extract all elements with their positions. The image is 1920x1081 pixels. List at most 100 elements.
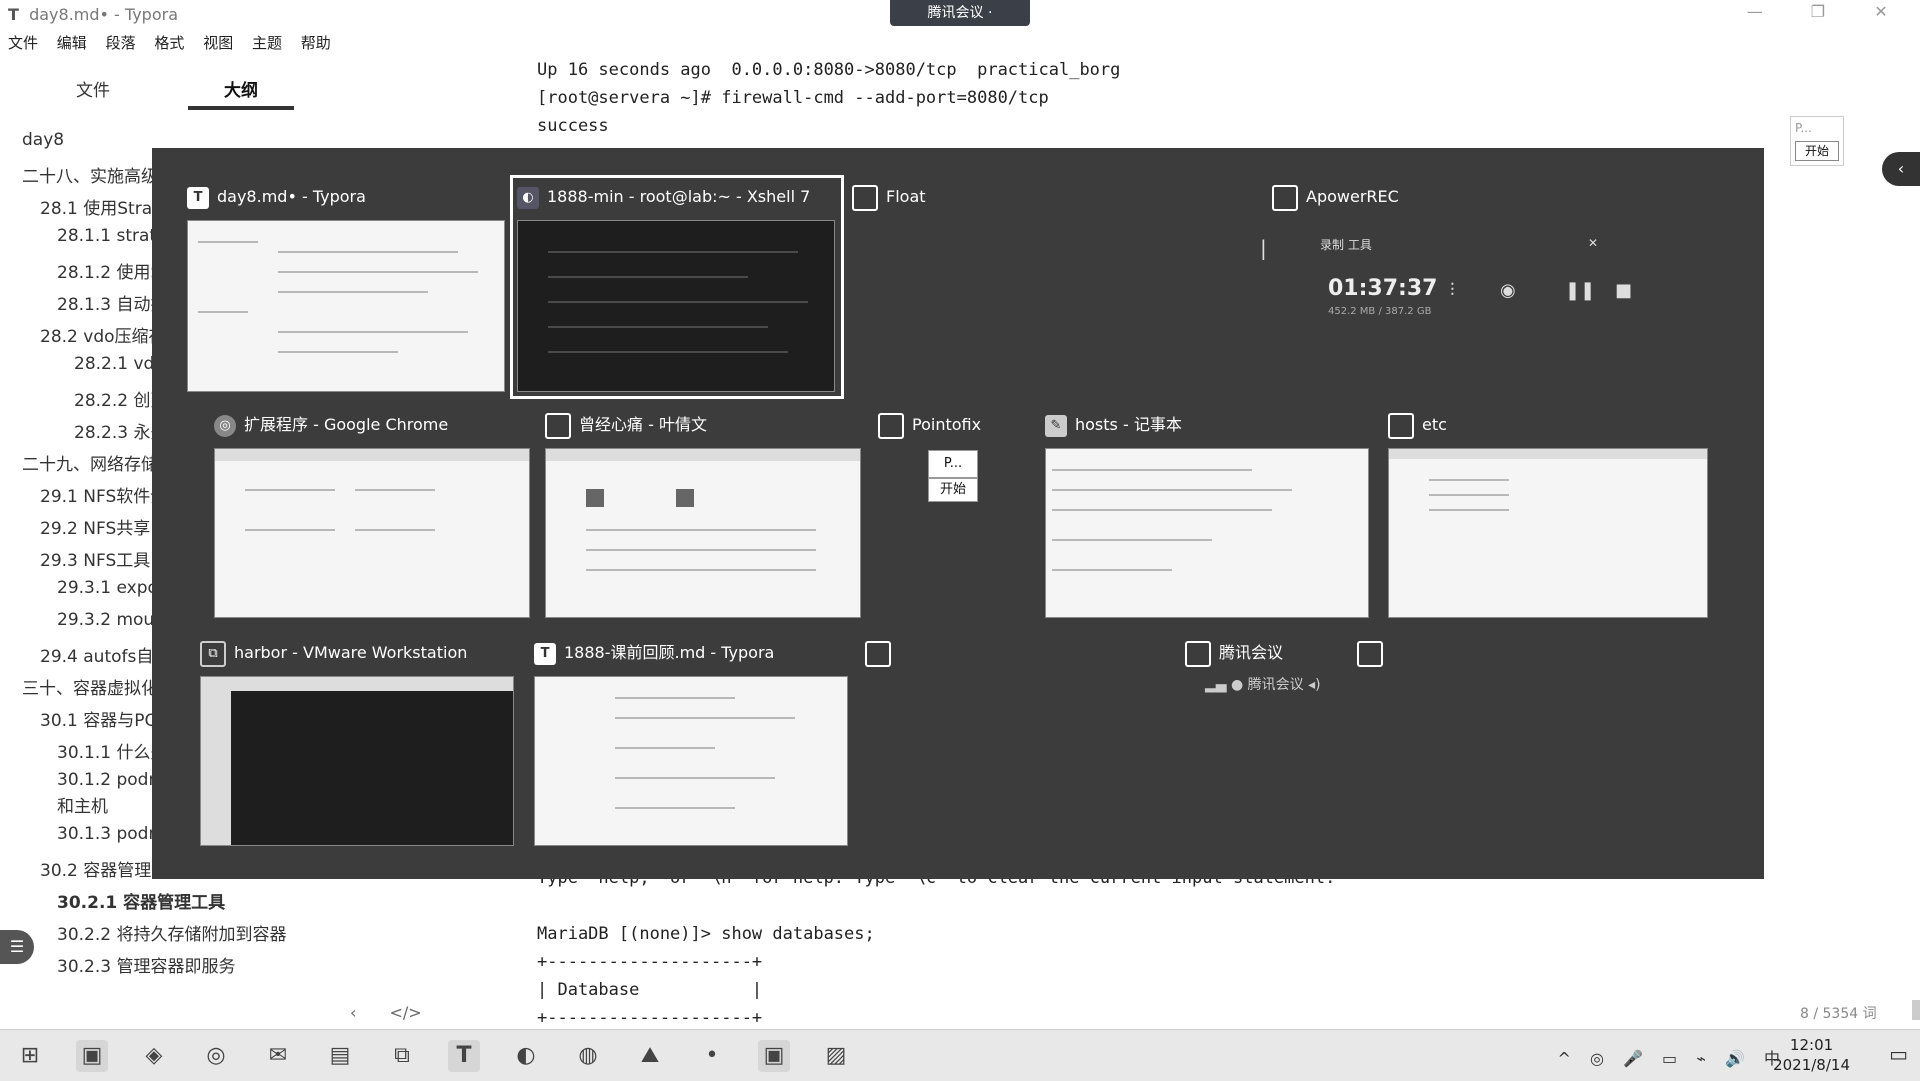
outline-item[interactable]: 30.1.3 podm (57, 824, 165, 844)
switcher-window[interactable] (865, 638, 925, 678)
scrollbar[interactable] (1912, 1000, 1920, 1020)
outline-item[interactable]: 29.3 NFS工具 (40, 546, 150, 571)
window-title: harbor - VMware Workstation (234, 643, 468, 662)
menu-help[interactable]: 帮助 (301, 34, 331, 52)
window-title: 1888-课前回顾.md - Typora (564, 643, 775, 662)
pointofix-start-button[interactable]: 开始 (1795, 141, 1839, 161)
outline-item[interactable]: 二十九、网络存储 (22, 450, 158, 475)
outline-item[interactable]: 29.3.2 moun (57, 610, 165, 630)
clock[interactable]: 12:01 2021/8/14 (1773, 1035, 1850, 1075)
chevron-left-icon[interactable]: ‹ (1882, 152, 1920, 186)
shield-app-icon[interactable]: ◈ (138, 1040, 170, 1072)
tray-app-icon[interactable]: ◎ (1590, 1049, 1604, 1068)
switcher-window-selected[interactable]: ◐ 1888-min - root@lab:~ - Xshell 7 (510, 175, 844, 399)
wechat-icon[interactable]: ✉ (262, 1040, 294, 1072)
notification-icon[interactable]: ▭ (1889, 1042, 1908, 1066)
menu-theme[interactable]: 主题 (252, 34, 282, 52)
recorder-taskbar-icon[interactable]: • (696, 1040, 728, 1072)
sidebar-nav: ‹ </> (350, 1003, 422, 1022)
network-icon[interactable]: ⌁ (1696, 1049, 1706, 1068)
outline-item[interactable]: 29.1 NFS软件介 (40, 482, 167, 507)
tray-overflow-icon[interactable]: ^ (1557, 1049, 1570, 1068)
window-title: etc (1422, 415, 1447, 434)
notepad-taskbar-icon[interactable]: ▨ (820, 1040, 852, 1072)
window-thumbnail (200, 676, 514, 846)
outline-item[interactable]: 30.1 容器与PO (40, 706, 158, 731)
outline-item[interactable]: 和主机 (57, 792, 108, 817)
signal-icon: ▂▄ ● (1205, 677, 1244, 693)
switcher-window[interactable] (1357, 638, 1417, 678)
xshell-taskbar-icon[interactable]: ◐ (510, 1040, 542, 1072)
app-taskbar-icon[interactable]: ▣ (76, 1040, 108, 1072)
switcher-window[interactable]: Pointofix P... 开始 (878, 410, 998, 530)
window-thumbnail (534, 676, 848, 846)
microphone-icon[interactable]: 🎤 (1623, 1049, 1643, 1068)
switcher-window[interactable]: ApowerREC (1272, 182, 1572, 222)
close-button[interactable]: ✕ (1852, 2, 1910, 21)
tab-outline[interactable]: 大纲 (224, 76, 258, 101)
vmware-taskbar-icon[interactable]: ⧉ (386, 1040, 418, 1072)
outline-item[interactable]: 28.1.3 自动挂 (57, 290, 167, 315)
outline-toggle-button[interactable]: ☰ (0, 930, 34, 964)
outline-item[interactable]: 30.2.2 将持久存储附加到容器 (57, 920, 286, 945)
outline-item[interactable]: 30.1.2 podm (57, 770, 165, 790)
outline-item[interactable]: 二十八、实施高级 (22, 162, 158, 187)
menu-view[interactable]: 视图 (203, 34, 233, 52)
switcher-window[interactable]: ◎ 扩展程序 - Google Chrome (214, 410, 534, 620)
stop-icon[interactable]: ■ (1615, 280, 1632, 301)
volume-icon[interactable]: 🔊 (1725, 1049, 1745, 1068)
xshell-icon: ◐ (517, 186, 539, 209)
switcher-window[interactable]: ⧉ harbor - VMware Workstation (200, 638, 520, 848)
pause-icon[interactable]: ❚❚ (1565, 280, 1595, 301)
outline-item[interactable]: 30.2.3 管理容器即服务 (57, 952, 235, 977)
switcher-window[interactable]: Tday8.md• - Typora (187, 182, 507, 392)
menu-edit[interactable]: 编辑 (57, 34, 87, 52)
apower-menu[interactable]: 录制 工具 (1320, 236, 1372, 253)
outline-item[interactable]: 29.3.1 expor (57, 578, 165, 598)
outline-item[interactable]: 29.4 autofs自 (40, 642, 153, 667)
outline-item[interactable]: 30.1.1 什么是 (57, 738, 167, 763)
typora-taskbar-icon[interactable]: T (448, 1040, 480, 1072)
switcher-window[interactable]: 曾经心痛 - 叶倩文 (545, 410, 865, 620)
webcam-icon[interactable]: ◉ (1500, 280, 1516, 301)
close-icon[interactable]: ✕ (1588, 236, 1598, 250)
menu-file[interactable]: 文件 (8, 34, 38, 52)
explorer-icon[interactable]: ▤ (324, 1040, 356, 1072)
switcher-window[interactable]: T 1888-课前回顾.md - Typora (534, 638, 854, 848)
outline-item[interactable]: 28.1 使用Strati (40, 194, 164, 219)
source-code-button[interactable]: </> (390, 1003, 422, 1022)
nav-prev-button[interactable]: ‹ (350, 1003, 356, 1022)
menu-format[interactable]: 格式 (154, 34, 184, 52)
audio-icon[interactable]: ⫶ (1450, 280, 1455, 301)
switcher-window[interactable]: ✎ hosts - 记事本 (1045, 410, 1369, 620)
maximize-button[interactable]: ❐ (1789, 2, 1847, 21)
outline-item[interactable]: 29.2 NFS共享目 (40, 514, 167, 539)
switcher-window[interactable]: etc (1388, 410, 1708, 620)
meeting-taskbar-icon[interactable]: ▣ (758, 1040, 790, 1072)
switcher-window[interactable]: Float (852, 182, 1152, 222)
pointofix-thumb-start: 开始 (928, 478, 978, 502)
windows-start-icon[interactable]: ⊞ (14, 1040, 46, 1072)
chrome-icon: ◎ (214, 414, 236, 437)
window-title: 腾讯会议 (1219, 643, 1284, 662)
outline-item-active[interactable]: 30.2.1 容器管理工具 (57, 888, 225, 913)
tab-files[interactable]: 文件 (76, 76, 110, 101)
meeting-pill[interactable]: 腾讯会议 · (890, 0, 1030, 26)
outline-item[interactable]: 28.1.2 使用S (57, 258, 161, 283)
code-line: [root@servera ~]# firewall-cmd --add-por… (537, 88, 1049, 108)
menu-paragraph[interactable]: 段落 (106, 34, 136, 52)
speaker-icon: ◂) (1308, 677, 1321, 693)
chrome-taskbar-icon[interactable]: ◎ (200, 1040, 232, 1072)
music-app-icon[interactable]: ◍ (572, 1040, 604, 1072)
meeting-subtitle: ▂▄ ● 腾讯会议 ◂) (1205, 674, 1321, 694)
outline-item[interactable]: 28.2 vdo压缩存 (40, 322, 166, 347)
typora-icon: T (534, 642, 556, 665)
outline-item[interactable]: 三十、容器虚拟化 (22, 674, 158, 699)
minimize-button[interactable]: — (1726, 2, 1784, 21)
battery-icon[interactable]: ▭ (1662, 1049, 1677, 1068)
switcher-window[interactable]: 腾讯会议 ▂▄ ● 腾讯会议 ◂) (1185, 638, 1385, 718)
window-icon (1357, 640, 1383, 667)
photo-app-icon[interactable]: ⛰ (634, 1040, 666, 1072)
outline-item[interactable]: day8 (22, 130, 64, 150)
outline-item[interactable]: 30.2 容器管理 (40, 856, 151, 881)
